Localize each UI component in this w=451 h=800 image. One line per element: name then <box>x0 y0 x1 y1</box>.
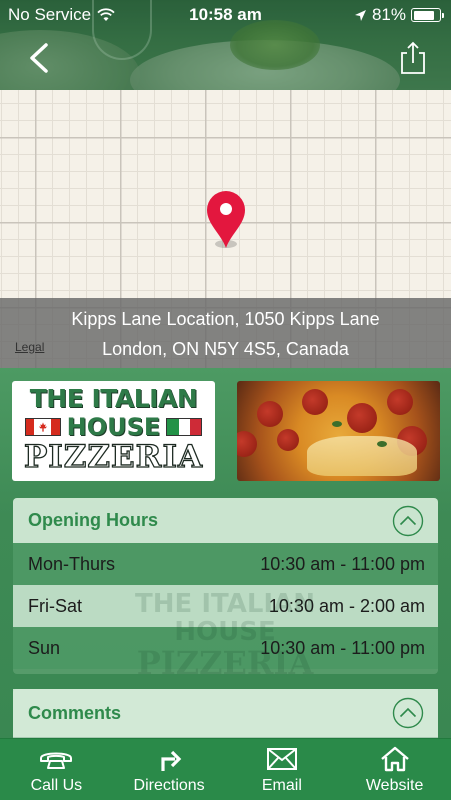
address-caption: Kipps Lane Location, 1050 Kipps Lane Lon… <box>0 298 451 368</box>
comments-header[interactable]: Comments <box>13 689 438 737</box>
hours-row: Fri-Sat 10:30 am - 2:00 am <box>13 585 438 627</box>
tab-label: Directions <box>133 777 205 794</box>
tab-label: Website <box>365 777 424 794</box>
map-pin-icon[interactable] <box>205 190 247 250</box>
tab-call-us[interactable]: Call Us <box>0 739 113 800</box>
canada-flag-icon <box>24 418 61 436</box>
home-icon <box>380 746 409 772</box>
content-area: THE ITALIAN HOUSE PIZZERIA Opening Hours… <box>0 368 451 738</box>
envelope-icon <box>266 748 297 770</box>
tab-directions[interactable]: Directions <box>113 739 226 800</box>
share-button[interactable] <box>399 40 427 76</box>
address-line-1: Kipps Lane Location, 1050 Kipps Lane <box>71 309 380 329</box>
battery-icon <box>411 8 444 22</box>
restaurant-logo: THE ITALIAN HOUSE PIZZERIA <box>12 381 215 481</box>
hours-time: 10:30 am - 11:00 pm <box>260 553 425 574</box>
map-view[interactable]: Kipps Lane Location, 1050 Kipps Lane Lon… <box>0 90 451 368</box>
pizza-photo <box>237 381 440 481</box>
status-bar: No Service 10:58 am 81% <box>0 0 451 30</box>
tab-website[interactable]: Website <box>338 739 451 800</box>
legal-link[interactable]: Legal <box>15 340 44 354</box>
tab-email[interactable]: Email <box>226 739 339 800</box>
header: No Service 10:58 am 81% <box>0 0 451 90</box>
hours-time: 10:30 am - 11:00 pm <box>260 637 425 658</box>
tab-label: Email <box>261 777 302 794</box>
address-line-2: London, ON N5Y 4S5, Canada <box>102 339 349 359</box>
bottom-tab-bar: Call Us Directions Email Website <box>0 738 451 800</box>
hours-time: 10:30 am - 2:00 am <box>268 595 425 616</box>
italy-flag-icon <box>166 418 203 436</box>
tab-label: Call Us <box>30 777 83 794</box>
comments-panel: Comments <box>13 689 438 738</box>
hours-day: Fri-Sat <box>28 595 82 616</box>
hours-day: Mon-Thurs <box>28 553 116 574</box>
directions-arrow-icon <box>161 750 182 771</box>
opening-hours-title: Opening Hours <box>28 510 158 530</box>
back-button[interactable] <box>24 40 54 76</box>
battery-percent: 81% <box>371 5 406 24</box>
chevron-up-icon[interactable] <box>392 697 424 729</box>
chevron-up-icon[interactable] <box>392 505 424 537</box>
opening-hours-panel: Opening Hours Mon-Thurs 10:30 am - 11:00… <box>13 498 438 674</box>
phone-icon <box>40 752 73 769</box>
opening-hours-header[interactable]: Opening Hours <box>13 498 438 543</box>
hours-row: Mon-Thurs 10:30 am - 11:00 pm <box>13 543 438 585</box>
hours-day: Sun <box>28 637 61 658</box>
comments-title: Comments <box>28 702 122 723</box>
location-arrow-icon <box>354 9 366 21</box>
hours-row: Sun 10:30 am - 11:00 pm <box>13 627 438 669</box>
